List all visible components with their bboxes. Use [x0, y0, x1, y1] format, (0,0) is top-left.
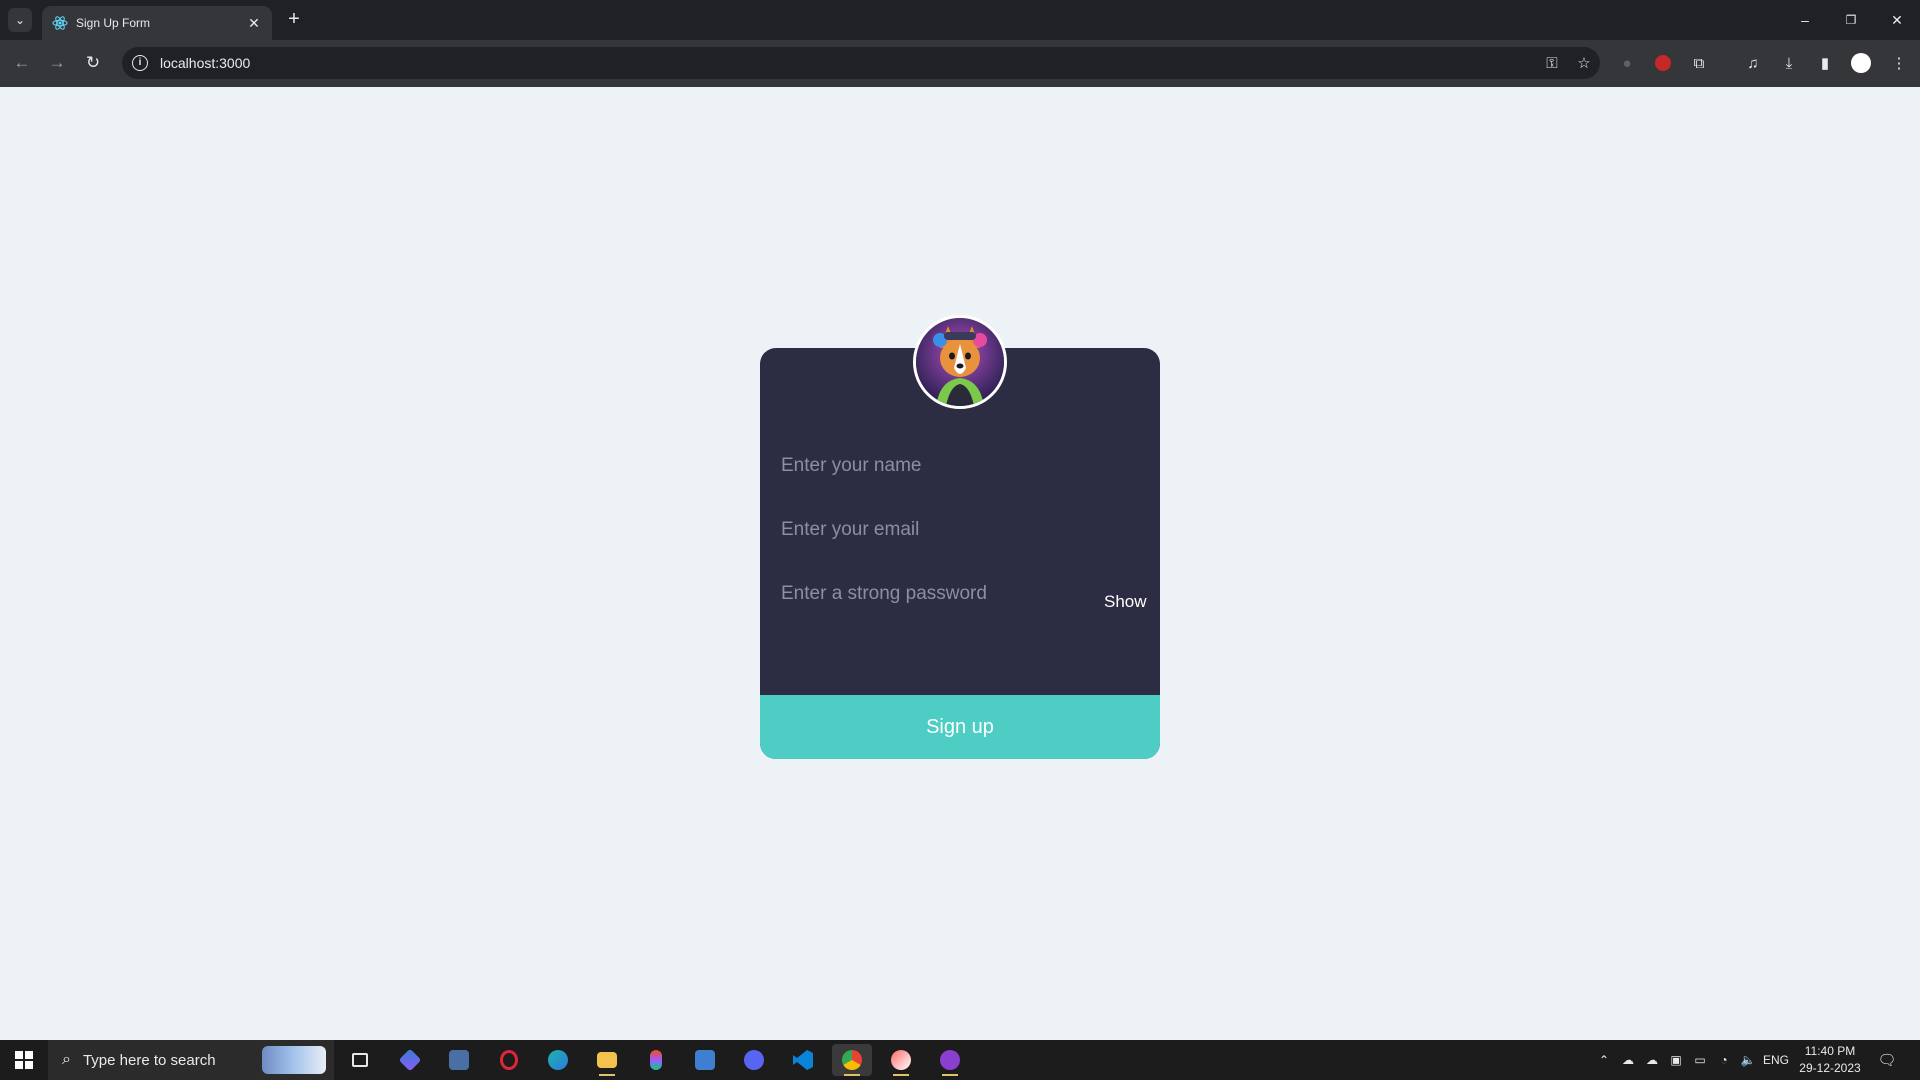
onedrive-icon[interactable]: ☁ [1618, 1040, 1638, 1080]
signup-button[interactable]: Sign up [760, 695, 1160, 759]
search-icon: ⌕ [62, 1051, 71, 1068]
display-icon[interactable]: ▣ [1666, 1040, 1686, 1080]
taskbar-app-copilot[interactable] [390, 1044, 430, 1076]
github-desktop-icon [940, 1050, 960, 1070]
taskbar-app-figma[interactable] [636, 1044, 676, 1076]
password-field[interactable] [781, 574, 1151, 614]
windows-logo-icon [15, 1051, 33, 1069]
side-panel-icon[interactable]: ▮ [1812, 51, 1838, 75]
address-bar[interactable]: i localhost:3000 ⚿ ☆ [122, 47, 1600, 79]
react-icon [52, 16, 68, 30]
name-field[interactable] [781, 446, 1151, 486]
taskbar-search-box[interactable]: ⌕ Type here to search [48, 1040, 334, 1080]
opera-icon [500, 1050, 518, 1070]
corgi-avatar-icon [916, 318, 1004, 406]
remote-desktop-icon [695, 1050, 715, 1070]
start-button[interactable] [0, 1040, 48, 1080]
vscode-icon [793, 1050, 813, 1070]
language-indicator[interactable]: ENG [1762, 1040, 1790, 1080]
reload-icon[interactable]: ↻ [81, 51, 105, 75]
discord-icon [744, 1050, 764, 1070]
minimize-button[interactable]: – [1782, 0, 1828, 40]
profile-avatar[interactable] [1848, 51, 1874, 75]
email-field[interactable] [781, 510, 1151, 550]
calculator-icon [449, 1050, 469, 1070]
tab-search-button[interactable]: ⌄ [8, 8, 32, 32]
back-icon[interactable]: ← [10, 51, 34, 75]
task-view-button[interactable] [340, 1044, 380, 1076]
show-hidden-icons-chevron-icon[interactable]: ⌃ [1594, 1040, 1614, 1080]
show-password-toggle[interactable]: Show [1104, 592, 1147, 612]
taskbar-app-discord[interactable] [734, 1044, 774, 1076]
clock-time: 11:40 PM [1804, 1044, 1856, 1058]
volume-icon[interactable]: 🔈 [1738, 1040, 1758, 1080]
taskbar-app-edge[interactable] [538, 1044, 578, 1076]
edge-icon [548, 1050, 568, 1070]
name-input[interactable] [781, 455, 1101, 477]
site-info-icon[interactable]: i [132, 55, 148, 71]
extensions-puzzle-icon[interactable]: ⧉ [1686, 51, 1712, 75]
task-view-icon [352, 1053, 368, 1067]
running-indicator [942, 1074, 958, 1076]
forward-icon[interactable]: → [45, 51, 69, 75]
taskbar-app-calculator[interactable] [439, 1044, 479, 1076]
tab-title: Sign Up Form [76, 16, 151, 30]
tab-sign-up-form[interactable]: Sign Up Form ✕ [42, 6, 272, 40]
url-text[interactable]: localhost:3000 [160, 55, 1536, 71]
battery-icon[interactable]: ▭ [1690, 1040, 1710, 1080]
email-input[interactable] [781, 519, 1101, 541]
extension-icon[interactable]: ● [1614, 51, 1640, 75]
notifications-icon[interactable]: 🗨 [1872, 1040, 1902, 1080]
search-highlight-image [262, 1046, 326, 1074]
bookmark-star-icon[interactable]: ☆ [1568, 54, 1600, 72]
copilot-icon [398, 1048, 422, 1072]
running-indicator [844, 1074, 860, 1076]
figma-icon [650, 1050, 662, 1070]
media-control-icon[interactable]: ♫ [1740, 51, 1766, 75]
new-tab-button[interactable]: + [282, 8, 306, 32]
taskbar-app-vscode[interactable] [783, 1044, 823, 1076]
taskbar-clock[interactable]: 11:40 PM 29-12-2023 [1790, 1043, 1870, 1077]
running-indicator [599, 1074, 615, 1076]
taskbar-search-placeholder: Type here to search [82, 1051, 216, 1069]
download-icon[interactable]: ⤓ [1776, 51, 1802, 75]
wifi-icon[interactable]: ◔ [1714, 1040, 1734, 1080]
password-input[interactable] [781, 583, 1101, 605]
taskbar-app-file-explorer[interactable] [587, 1044, 627, 1076]
taskbar-app-github-desktop[interactable] [930, 1044, 970, 1076]
menu-kebab-icon[interactable]: ⋮ [1886, 51, 1912, 75]
taskbar-app-meteor[interactable] [881, 1044, 921, 1076]
password-key-icon[interactable]: ⚿ [1536, 55, 1568, 72]
ublock-icon[interactable] [1650, 51, 1676, 75]
taskbar-app-chrome[interactable] [832, 1044, 872, 1076]
taskbar-app-opera[interactable] [489, 1044, 529, 1076]
restore-button[interactable]: ❐ [1828, 0, 1874, 40]
clock-date: 29-12-2023 [1799, 1061, 1861, 1075]
onedrive-warning-icon[interactable]: ☁ [1642, 1040, 1662, 1080]
taskbar-app-remote-desktop[interactable] [685, 1044, 725, 1076]
avatar [913, 315, 1007, 409]
tab-close-icon[interactable]: ✕ [246, 15, 262, 32]
running-indicator [893, 1074, 909, 1076]
chrome-icon [842, 1050, 862, 1070]
close-window-button[interactable]: ✕ [1874, 0, 1920, 40]
folder-icon [597, 1052, 617, 1068]
meteor-icon [891, 1050, 911, 1070]
